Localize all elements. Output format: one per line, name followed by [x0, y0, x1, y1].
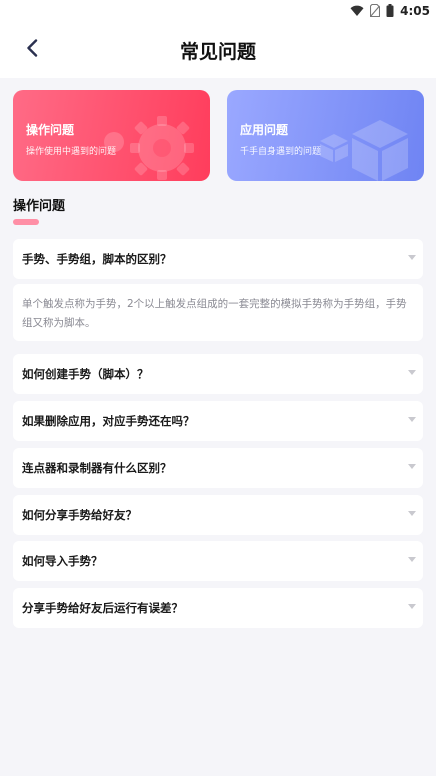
faq-question: 如果删除应用，对应手势还在吗？ — [22, 414, 195, 428]
category-card-operation[interactable]: 操作问题 操作使用中遇到的问题 — [13, 90, 210, 181]
battery-icon — [386, 2, 394, 21]
faq-item[interactable]: 如何导入手势？ — [13, 541, 423, 581]
gear-icon — [100, 90, 210, 181]
faq-question: 分享手势给好友后运行有误差？ — [22, 601, 183, 615]
chevron-down-icon — [408, 255, 416, 260]
no-sim-icon — [370, 2, 381, 21]
faq-item[interactable]: 如何创建手势（脚本）？ — [13, 354, 423, 394]
faq-item[interactable]: 连点器和录制器有什么区别？ — [13, 448, 423, 488]
wifi-icon — [350, 2, 364, 21]
faq-question: 手势、手势组，脚本的区别？ — [22, 252, 172, 266]
chevron-down-icon — [408, 511, 416, 516]
app-bar: 常见问题 — [0, 22, 436, 78]
category-title: 应用问题 — [240, 123, 289, 137]
faq-item[interactable]: 如何分享手势给好友？ — [13, 495, 423, 535]
chevron-down-icon — [408, 370, 416, 375]
category-title: 操作问题 — [26, 123, 75, 137]
status-icons: 4:05 — [350, 2, 430, 20]
faq-item[interactable]: 如果删除应用，对应手势还在吗？ — [13, 401, 423, 441]
category-subtitle: 操作使用中遇到的问题 — [26, 147, 117, 157]
chevron-down-icon — [408, 417, 416, 422]
status-time: 4:05 — [400, 4, 430, 18]
chevron-down-icon — [408, 557, 416, 562]
page-title: 常见问题 — [179, 41, 256, 63]
faq-item[interactable]: 分享手势给好友后运行有误差？ — [13, 588, 423, 628]
category-subtitle: 千手自身遇到的问题 — [240, 147, 322, 157]
faq-answer: 单个触发点称为手势，2个以上触发点组成的一套完整的模拟手势称为手势组，手势组又称… — [13, 284, 423, 341]
chevron-down-icon — [408, 604, 416, 609]
status-bar: 4:05 — [0, 0, 436, 22]
cube-icon — [314, 90, 424, 181]
faq-item[interactable]: 手势、手势组，脚本的区别？ — [13, 239, 423, 279]
faq-question: 如何创建手势（脚本）？ — [22, 367, 149, 381]
section-underline — [13, 219, 39, 225]
section-title: 操作问题 — [13, 199, 66, 214]
faq-question: 如何导入手势？ — [22, 554, 103, 568]
category-card-app[interactable]: 应用问题 千手自身遇到的问题 — [227, 90, 424, 181]
faq-question: 连点器和录制器有什么区别？ — [22, 461, 172, 475]
faq-question: 如何分享手势给好友？ — [22, 508, 137, 522]
chevron-down-icon — [408, 464, 416, 469]
